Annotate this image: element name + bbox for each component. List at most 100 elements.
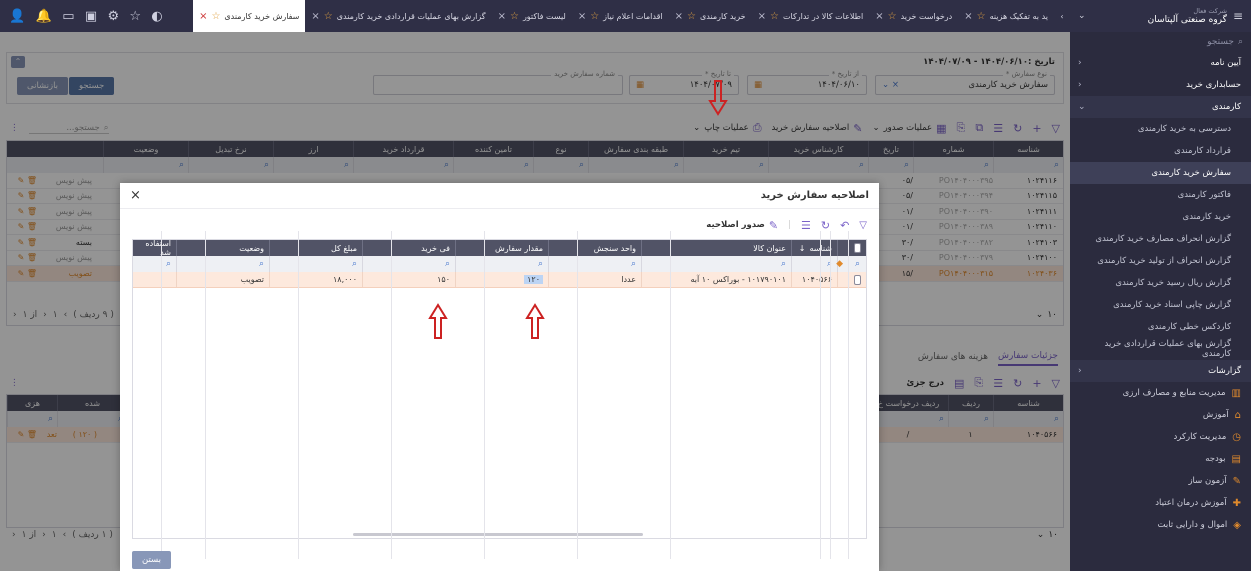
nav-back[interactable]: › (1054, 0, 1070, 32)
col-header[interactable]: وضعیت (176, 240, 269, 256)
sidebar-subitem[interactable]: گزارش بهای عملیات قراردادی خرید کارمندی (1070, 338, 1251, 360)
star-icon[interactable]: ☆ (888, 11, 897, 22)
sidebar-module[interactable]: ✚ آموزش درمان اعتیاد (1070, 492, 1251, 514)
tab-2[interactable]: لیست فاکتور ☆ × (492, 0, 572, 32)
theme-toggle-icon[interactable]: ◐ (151, 9, 162, 24)
annotation-arrow-toolbar (708, 80, 728, 116)
sidebar-item-employee[interactable]: کارمندی ⌄ (1070, 96, 1251, 118)
close-icon[interactable]: × (498, 11, 506, 22)
tab-0-active[interactable]: سفارش خرید کارمندی ☆ × (193, 0, 306, 32)
star-icon[interactable]: ☆ (324, 11, 333, 22)
user-icon[interactable]: 👤 (9, 9, 25, 24)
filter-search-icon[interactable]: ⌕ (362, 256, 455, 272)
image-icon[interactable]: ▣ (85, 9, 97, 24)
cell-total: ۱۸,۰۰۰ (269, 272, 362, 287)
col-header[interactable]: مقدار سفارش (455, 240, 548, 256)
refresh-icon[interactable]: ↻ (821, 219, 830, 232)
folder-icon[interactable]: ▭ (62, 9, 74, 24)
sidebar-subitem[interactable]: قرارداد کارمندی (1070, 140, 1251, 162)
filter-search-icon[interactable]: ⌕ (641, 256, 791, 272)
cell-order-qty[interactable]: ۱۲۰ (455, 272, 548, 287)
filter-search-icon[interactable]: ⌕ (548, 256, 641, 272)
col-header[interactable]: مبلغ کل (269, 240, 362, 256)
sidebar-subitem-selected[interactable]: سفارش خرید کارمندی (1070, 162, 1251, 184)
close-icon[interactable]: × (675, 11, 683, 22)
row-checkbox[interactable] (848, 272, 866, 287)
col-divider (670, 231, 671, 559)
close-icon[interactable]: × (964, 11, 972, 22)
menu-icon[interactable]: ≡ (1233, 9, 1243, 23)
sidebar-module[interactable]: ▤ بودجه (1070, 448, 1251, 470)
sidebar-subitem[interactable]: خرید کارمندی (1070, 206, 1251, 228)
list-icon[interactable]: ☰ (801, 219, 811, 232)
tab-4[interactable]: خرید کارمندی ☆ × (669, 0, 752, 32)
sidebar-module[interactable]: ◷ مدیریت کارکرد (1070, 426, 1251, 448)
filter-search-icon[interactable]: ⌕ (132, 256, 176, 272)
sidebar-module[interactable]: ▥ مدیریت منابع و مصارف ارزی (1070, 382, 1251, 404)
star-icon[interactable]: ☆ (510, 11, 519, 22)
checkbox-header-icon[interactable]: ▽ (859, 220, 867, 231)
settings-icon[interactable]: ⚙ (107, 9, 119, 24)
close-icon[interactable]: × (199, 11, 207, 22)
health-icon: ✚ (1232, 497, 1241, 509)
col-header[interactable]: واحد سنجش (548, 240, 641, 256)
sidebar-item-label: کاردکس خطی کارمندی (1147, 322, 1231, 332)
budget-icon: ▤ (1231, 453, 1241, 465)
sidebar-search[interactable]: ⌕ جستجو (1070, 32, 1251, 52)
grid-header: شناسه ↓ عنوان کالا واحد سنجش مقدار سفارش … (132, 239, 866, 257)
star-icon[interactable]: ☆ (129, 9, 141, 24)
filter-search-icon[interactable]: ⌕ (176, 256, 269, 272)
select-all-checkbox[interactable] (848, 240, 866, 256)
sidebar-item-reports[interactable]: گزارشات ‹ (1070, 360, 1251, 382)
sidebar-subitem[interactable]: کاردکس خطی کارمندی (1070, 316, 1251, 338)
close-icon[interactable]: × (758, 11, 766, 22)
filter-search-icon[interactable]: ⌕ (269, 256, 362, 272)
tab-6[interactable]: درخواست خرید ☆ × (869, 0, 958, 32)
tab-1[interactable]: گزارش بهای عملیات قراردادی خرید کارمندی ☆… (305, 0, 491, 32)
col-header[interactable]: عنوان کالا (641, 240, 791, 256)
star-icon[interactable]: ☆ (977, 11, 986, 22)
sidebar-module[interactable]: ◈ اموال و دارایی ثابت (1070, 514, 1251, 536)
star-icon[interactable]: ☆ (211, 11, 220, 22)
close-icon[interactable]: × (875, 11, 883, 22)
sidebar-item-label: گزارش بهای عملیات قراردادی خرید کارمندی (1104, 339, 1231, 359)
amend-order-dialog: اصلاحیه سفارش خرید × ▽ ↶ ↻ ☰ | ✎ صدور اصل… (120, 183, 879, 571)
close-icon[interactable]: × (130, 188, 141, 203)
sidebar-item-purchase-accounting[interactable]: حسابداری خرید ‹ (1070, 74, 1251, 96)
sidebar-subitem[interactable]: فاکتور کارمندی (1070, 184, 1251, 206)
filter-search-icon[interactable]: ⌕ (455, 256, 548, 272)
col-header[interactable]: استفاده شد (132, 239, 176, 257)
undo-icon[interactable]: ↶ (840, 219, 849, 232)
sidebar-module[interactable]: ✎ آزمون ساز (1070, 470, 1251, 492)
sidebar-item-regulations[interactable]: آیین نامه ‹ (1070, 52, 1251, 74)
filter-search-icon[interactable]: ⌕ (848, 256, 866, 272)
tab-5[interactable]: اطلاعات کالا در تدارکات ☆ × (752, 0, 870, 32)
sidebar-subitem[interactable]: گزارش انحراف مصارف خرید کارمندی (1070, 228, 1251, 250)
sidebar-module[interactable]: ⌂ آموزش (1070, 404, 1251, 426)
close-dialog-button[interactable]: بستن (132, 551, 171, 569)
grid-filter-row: ⌕ ◆ ⌕ ⌕ ⌕ ⌕ ⌕ ⌕ ⌕ ⌕ (133, 256, 866, 272)
issue-amendment-button[interactable]: ✎ صدور اصلاحیه (706, 219, 778, 232)
close-icon[interactable]: × (311, 11, 319, 22)
clear-filter-icon[interactable]: ◆ (836, 256, 848, 272)
bell-icon[interactable]: 🔔 (36, 9, 52, 24)
cell-unit-price[interactable]: ۱۵۰ (362, 272, 455, 287)
tab-7[interactable]: ید به تفکیک هزینه ☆ × (958, 0, 1054, 32)
sidebar-subitem[interactable]: گزارش انحراف از تولید خرید کارمندی (1070, 250, 1251, 272)
sidebar-subitem[interactable]: گزارش ریال رسید خرید کارمندی (1070, 272, 1251, 294)
tab-3[interactable]: اقدامات اعلام نیاز ☆ × (572, 0, 669, 32)
horizontal-scrollbar[interactable] (353, 533, 643, 536)
close-icon[interactable]: × (578, 11, 586, 22)
col-header[interactable]: فی خرید (362, 240, 455, 256)
star-icon[interactable]: ☆ (590, 11, 599, 22)
sidebar-subitem[interactable]: دسترسی به خرید کارمندی (1070, 118, 1251, 140)
sidebar-item-label: حسابداری خرید (1186, 80, 1241, 90)
cell-item-title: ۱۰۱۷۹۰۱۰۱ - بوراکس ۱۰ آبه (641, 272, 791, 287)
sidebar-subitem[interactable]: گزارش چاپی اسناد خرید کارمندی (1070, 294, 1251, 316)
sidebar: ≡ شرکت فعال گروه صنعتی آلپتاسان ⌄ ⌕ جستج… (1070, 0, 1251, 571)
star-icon[interactable]: ☆ (687, 11, 696, 22)
star-icon[interactable]: ☆ (770, 11, 779, 22)
chevron-down-icon[interactable]: ⌄ (1078, 11, 1086, 21)
table-row[interactable]: ۱۰۴۰۵۶۶ ۱۰۱۷۹۰۱۰۱ - بوراکس ۱۰ آبه عددا ۱… (133, 272, 866, 288)
sidebar-item-label: گزارش چاپی اسناد خرید کارمندی (1113, 300, 1231, 310)
